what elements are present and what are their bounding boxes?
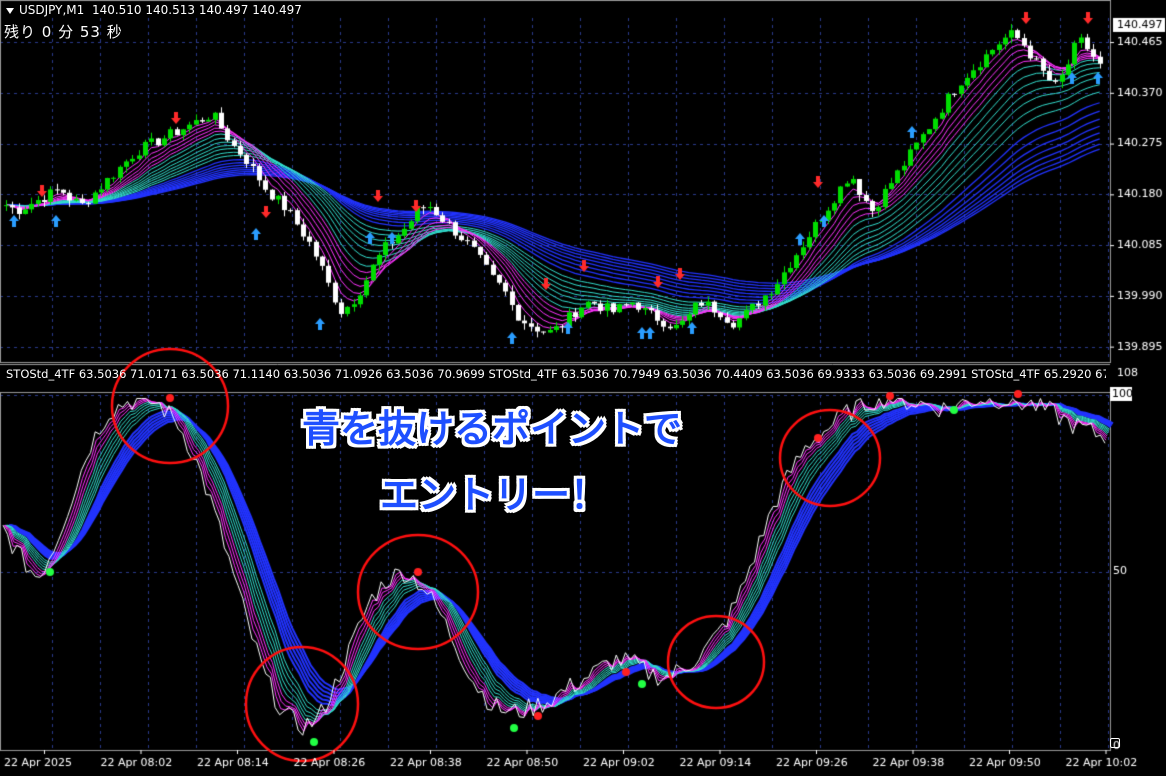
symbol-label: USDJPY,M1 <box>19 3 85 17</box>
ohlc-values: 140.510 140.513 140.497 140.497 <box>91 3 302 17</box>
annotation-line-1: 青を抜けるポイントで <box>302 407 683 451</box>
bar-countdown-timer: 残り 0 分 53 秒 <box>4 23 123 41</box>
symbol-header: USDJPY,M1 140.510 140.513 140.497 140.49… <box>6 3 302 17</box>
price-chart-canvas[interactable] <box>0 0 1166 776</box>
annotation-line-2: エントリー！ <box>380 473 609 517</box>
lock-icon[interactable] <box>1110 738 1120 748</box>
indicator-values-label: STOStd_4TF 63.5036 71.0171 63.5036 71.11… <box>6 367 1106 381</box>
chart-menu-triangle-icon[interactable] <box>6 7 14 14</box>
